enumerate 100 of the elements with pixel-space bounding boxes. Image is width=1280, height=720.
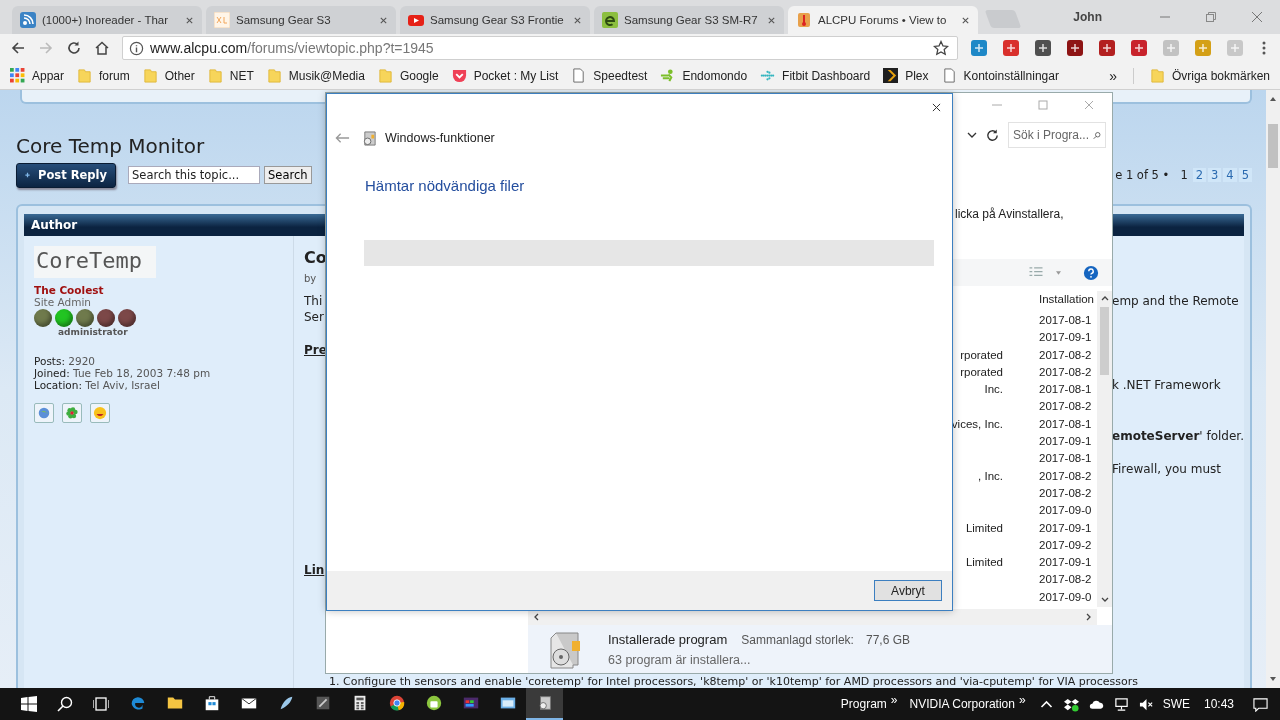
- close-icon[interactable]: [961, 15, 970, 25]
- post-title: Co: [304, 248, 327, 267]
- post-text: Firewall, you must: [1112, 462, 1222, 477]
- bookmark-item[interactable]: Endomondo: [660, 68, 748, 83]
- bookmark-item[interactable]: forum: [77, 68, 130, 83]
- search-field[interactable]: Sök i Progra...: [1008, 122, 1106, 148]
- details-title: Installerade program: [608, 631, 728, 647]
- profile-field: Location: Tel Aviv, Israel: [34, 379, 293, 391]
- table-cell: 2017-08-1: [1039, 314, 1092, 326]
- language-indicator[interactable]: SWE: [1162, 697, 1190, 711]
- task-view-icon[interactable]: [93, 696, 109, 712]
- table-cell: 2017-09-1: [1039, 521, 1092, 534]
- menu-icon[interactable]: [1262, 40, 1266, 56]
- restore-icon[interactable]: [1206, 12, 1216, 22]
- network-icon[interactable]: [1113, 696, 1129, 712]
- page-link[interactable]: 5: [1238, 168, 1252, 183]
- back-arrow-icon[interactable]: [335, 132, 350, 144]
- extension-icon[interactable]: [1066, 39, 1084, 57]
- post-meta: by: [304, 273, 317, 284]
- rank-title: The Coolest: [34, 284, 105, 296]
- bookmark-item[interactable]: Appar: [10, 68, 65, 83]
- dropdown-icon[interactable]: [1056, 270, 1061, 275]
- search-field[interactable]: Search this topic...: [128, 166, 260, 185]
- bookmark-star-icon[interactable]: [933, 40, 949, 56]
- table-cell: 2017-08-2: [1039, 348, 1092, 361]
- extension-icon[interactable]: [1098, 39, 1116, 57]
- scrollbar-thumb[interactable]: [1268, 124, 1278, 168]
- search-button[interactable]: Search: [264, 166, 312, 185]
- browser-tab[interactable]: Samsung Gear S3 SM-R7: [594, 6, 784, 34]
- video-icon: [408, 12, 424, 28]
- box-app-icon[interactable]: [526, 688, 563, 720]
- bookmark-item[interactable]: Google: [377, 68, 439, 83]
- bookmark-item[interactable]: Musik@Media: [266, 68, 365, 83]
- size-label: Sammanlagd storlek:: [741, 632, 854, 647]
- bookmark-item[interactable]: Plex: [883, 68, 929, 83]
- windows-start-icon[interactable]: [21, 696, 37, 712]
- globe-icon[interactable]: [34, 403, 54, 423]
- browser-tab[interactable]: (1000+) Inoreader - Thar: [12, 6, 202, 34]
- page-link[interactable]: 2: [1192, 168, 1207, 183]
- rss-icon: [20, 12, 36, 28]
- profile-field: Joined: Tue Feb 18, 2003 7:48 pm: [34, 367, 293, 379]
- dropbox-icon[interactable]: [1063, 696, 1079, 712]
- folder-icon: [207, 68, 223, 83]
- apps-grid-icon: [10, 68, 25, 83]
- bookmark-item[interactable]: Fitbit Dashboard: [760, 68, 871, 83]
- close-icon[interactable]: [932, 102, 941, 112]
- page-link[interactable]: 4: [1223, 168, 1237, 183]
- reload-icon[interactable]: [66, 40, 82, 56]
- table-cell: 2017-08-1: [1039, 383, 1092, 396]
- bookmark-item[interactable]: Övriga bokmärken: [1149, 68, 1270, 83]
- bookmark-item[interactable]: NET: [207, 68, 254, 83]
- post-text: 1. Configure th sensors and enable 'coretemp' for Intel processors, 'k8temp' or 'k10temp' for AMD processors and 'via-cputemp' for VIA processors: [329, 675, 1139, 688]
- toolbar-label[interactable]: NVIDIA Corporation: [909, 697, 1015, 711]
- notification-icon[interactable]: [1253, 696, 1268, 712]
- bookmark-item[interactable]: Other: [142, 68, 195, 83]
- folder-icon: [77, 68, 93, 83]
- info-icon[interactable]: [129, 40, 144, 56]
- toolbar-expand-button[interactable]: »: [890, 693, 898, 707]
- bookmark-item[interactable]: Pocket : My List: [451, 68, 559, 83]
- clock[interactable]: 10:43: [1203, 697, 1234, 711]
- browser-tab[interactable]: Samsung Gear S3: [206, 6, 396, 34]
- table-cell: 2017-09-0: [1039, 504, 1092, 517]
- browser-tab[interactable]: Samsung Gear S3 Frontie: [400, 6, 590, 34]
- flower-icon[interactable]: [62, 403, 82, 423]
- browser-tab[interactable]: ALCPU Forums • View to: [788, 6, 978, 34]
- bookmark-item[interactable]: Speedtest: [571, 68, 648, 83]
- extension-icon[interactable]: [970, 39, 988, 57]
- volume-muted-icon[interactable]: [1138, 696, 1154, 712]
- home-icon[interactable]: [94, 40, 110, 56]
- bookmark-item[interactable]: Kontoinställningar: [941, 68, 1059, 83]
- extension-icon[interactable]: [1002, 39, 1020, 57]
- horizontal-scrollbar[interactable]: [528, 609, 1097, 625]
- extension-icon[interactable]: [1034, 39, 1052, 57]
- chevron-icon: [883, 68, 899, 83]
- post-text: emoteServer' folder.: [1112, 429, 1244, 444]
- table-cell: 2017-08-2: [1039, 573, 1092, 586]
- page-link[interactable]: 3: [1208, 168, 1222, 183]
- user-rank: Site Admin: [34, 296, 92, 308]
- toolbar-label[interactable]: Program: [840, 697, 887, 711]
- toolbar-expand-button[interactable]: »: [1018, 693, 1026, 707]
- avatar-logo: CoreTemp: [34, 246, 156, 278]
- profile-name[interactable]: John: [1073, 10, 1102, 24]
- thermometer-icon: [796, 12, 812, 28]
- help-icon[interactable]: [1083, 264, 1099, 281]
- cancel-button[interactable]: Avbryt: [874, 580, 942, 601]
- more-bookmarks-button[interactable]: »: [1109, 67, 1134, 84]
- dropdown-chevron-icon[interactable]: [967, 130, 977, 140]
- refresh-icon[interactable]: [985, 127, 1000, 143]
- table-cell: 2017-08-2: [1039, 365, 1092, 378]
- scrollbar-thumb[interactable]: [1100, 307, 1109, 375]
- page-link[interactable]: 1: [1177, 168, 1191, 183]
- back-icon[interactable]: [10, 40, 26, 56]
- profile-field: Posts: 2920: [34, 355, 293, 367]
- post-reply-button[interactable]: Post Reply: [16, 162, 116, 188]
- address-field[interactable]: www.alcpu.com/forums/viewtopic.php?t=1945: [122, 36, 958, 60]
- runner-icon: [660, 68, 676, 83]
- extension-icon[interactable]: [1130, 39, 1148, 57]
- column-header[interactable]: Installation: [1039, 293, 1094, 305]
- smiley-icon[interactable]: [90, 403, 110, 423]
- search-icon[interactable]: [57, 696, 73, 712]
